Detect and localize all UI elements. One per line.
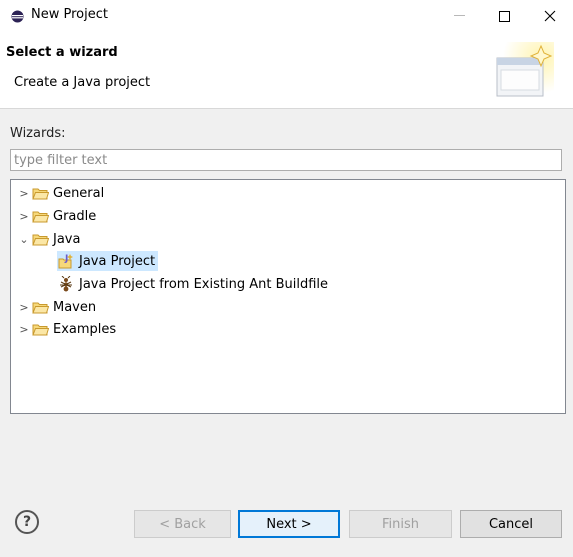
window-title: New Project: [31, 7, 108, 22]
minimize-button[interactable]: [436, 0, 482, 32]
folder-icon: [31, 185, 49, 201]
tree-node-java[interactable]: ⌄ Java: [17, 229, 80, 249]
tree-node-label: Java Project from Existing Ant Buildfile: [79, 276, 329, 292]
wizards-label: Wizards:: [10, 126, 66, 141]
tree-node-gradle[interactable]: > Gradle: [17, 206, 96, 226]
minimize-icon: [453, 15, 465, 16]
help-icon[interactable]: ?: [15, 510, 39, 534]
cancel-button[interactable]: Cancel: [460, 510, 562, 538]
tree-node-label: General: [53, 185, 105, 201]
tree-node-examples[interactable]: > Examples: [17, 319, 116, 339]
chevron-down-icon[interactable]: ⌄: [17, 233, 31, 246]
next-button[interactable]: Next >: [238, 510, 340, 538]
ant-icon: [57, 276, 75, 292]
banner-title: Select a wizard: [6, 45, 118, 60]
tree-node-maven[interactable]: > Maven: [17, 297, 96, 317]
finish-button[interactable]: Finish: [349, 510, 452, 538]
tree-node-ant-project[interactable]: Java Project from Existing Ant Buildfile: [57, 274, 328, 294]
tree-node-label: Maven: [53, 299, 97, 315]
chevron-right-icon[interactable]: >: [17, 210, 31, 223]
folder-icon: [31, 299, 49, 315]
wizard-tree[interactable]: > General > Gradle ⌄ Java J Java Project: [10, 179, 566, 414]
chevron-right-icon[interactable]: >: [17, 187, 31, 200]
close-button[interactable]: [527, 0, 573, 32]
java-project-icon: J: [57, 253, 75, 269]
filter-input[interactable]: [10, 149, 562, 171]
chevron-right-icon[interactable]: >: [17, 301, 31, 314]
tree-node-label: Java: [53, 231, 81, 247]
maximize-button[interactable]: [481, 0, 527, 32]
back-button[interactable]: < Back: [134, 510, 231, 538]
folder-icon: [31, 321, 49, 337]
wizard-banner: Select a wizard Create a Java project: [0, 32, 573, 109]
chevron-right-icon[interactable]: >: [17, 323, 31, 336]
wizard-banner-icon: [490, 42, 554, 102]
tree-node-label: Gradle: [53, 208, 97, 224]
folder-open-icon: [31, 231, 49, 247]
tree-node-label: Examples: [53, 321, 117, 337]
tree-node-java-project[interactable]: J Java Project: [57, 251, 159, 271]
tree-node-label: Java Project: [79, 253, 156, 269]
maximize-icon: [498, 10, 510, 22]
title-bar[interactable]: New Project: [0, 0, 573, 32]
tree-node-general[interactable]: > General: [17, 183, 104, 203]
svg-text:J: J: [64, 254, 68, 264]
eclipse-icon: [11, 10, 24, 23]
folder-icon: [31, 208, 49, 224]
banner-description: Create a Java project: [14, 75, 151, 90]
close-icon: [544, 10, 556, 22]
